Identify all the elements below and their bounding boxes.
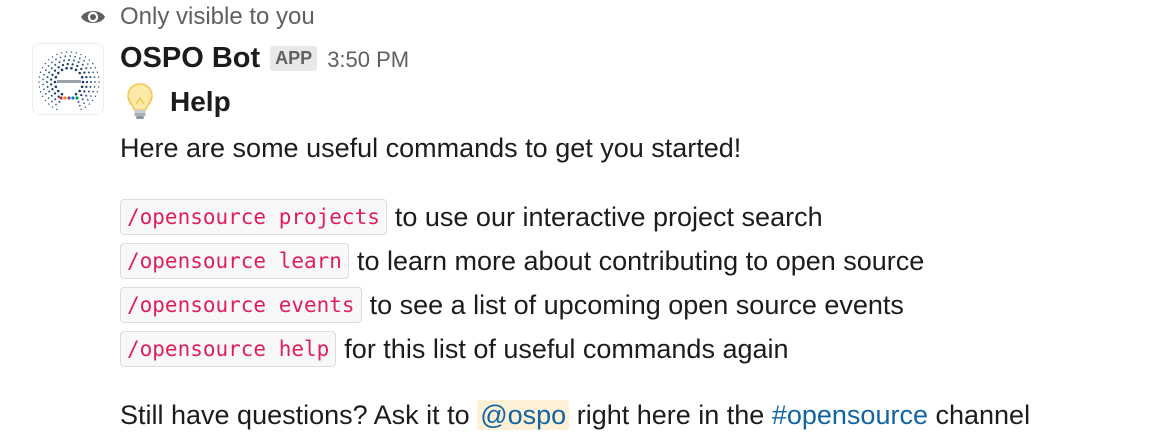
intro-text: Here are some useful commands to get you… xyxy=(120,133,742,163)
command-description: to learn more about contributing to open… xyxy=(356,246,925,276)
command-code: /opensource events xyxy=(120,287,362,323)
command-code: /opensource projects xyxy=(120,199,387,235)
footer-suffix: channel xyxy=(935,400,1031,430)
command-row: /opensource projects to use our interact… xyxy=(120,199,823,235)
app-badge: APP xyxy=(270,46,318,71)
message-timestamp[interactable]: 3:50 PM xyxy=(327,47,409,73)
author-name[interactable]: OSPO Bot xyxy=(120,42,260,75)
command-row: /opensource learn to learn more about co… xyxy=(120,243,924,279)
command-row: /opensource events to see a list of upco… xyxy=(120,287,904,323)
help-title: Help xyxy=(170,86,231,117)
lightbulb-icon xyxy=(127,83,153,119)
help-heading: Help xyxy=(126,82,231,122)
footer-text: Still have questions? Ask it to @ospo ri… xyxy=(120,398,1030,432)
user-mention-link[interactable]: @ospo xyxy=(477,400,570,430)
message-header: OSPO Bot APP 3:50 PM xyxy=(120,42,409,75)
avatar[interactable] xyxy=(32,43,104,115)
command-code: /opensource learn xyxy=(120,243,349,279)
command-code: /opensource help xyxy=(120,331,337,367)
footer-prefix: Still have questions? Ask it to xyxy=(120,400,470,430)
command-description: to use our interactive project search xyxy=(394,202,823,232)
visibility-notice: Only visible to you xyxy=(80,3,315,31)
visibility-label: Only visible to you xyxy=(120,3,315,30)
comcast-logo-avatar xyxy=(38,51,100,111)
command-description: to see a list of upcoming open source ev… xyxy=(369,290,904,320)
channel-link[interactable]: #opensource xyxy=(772,400,928,430)
command-row: /opensource help for this list of useful… xyxy=(120,331,789,367)
eye-icon xyxy=(81,11,105,23)
command-description: for this list of useful commands again xyxy=(344,334,789,364)
footer-middle: right here in the xyxy=(576,400,765,430)
